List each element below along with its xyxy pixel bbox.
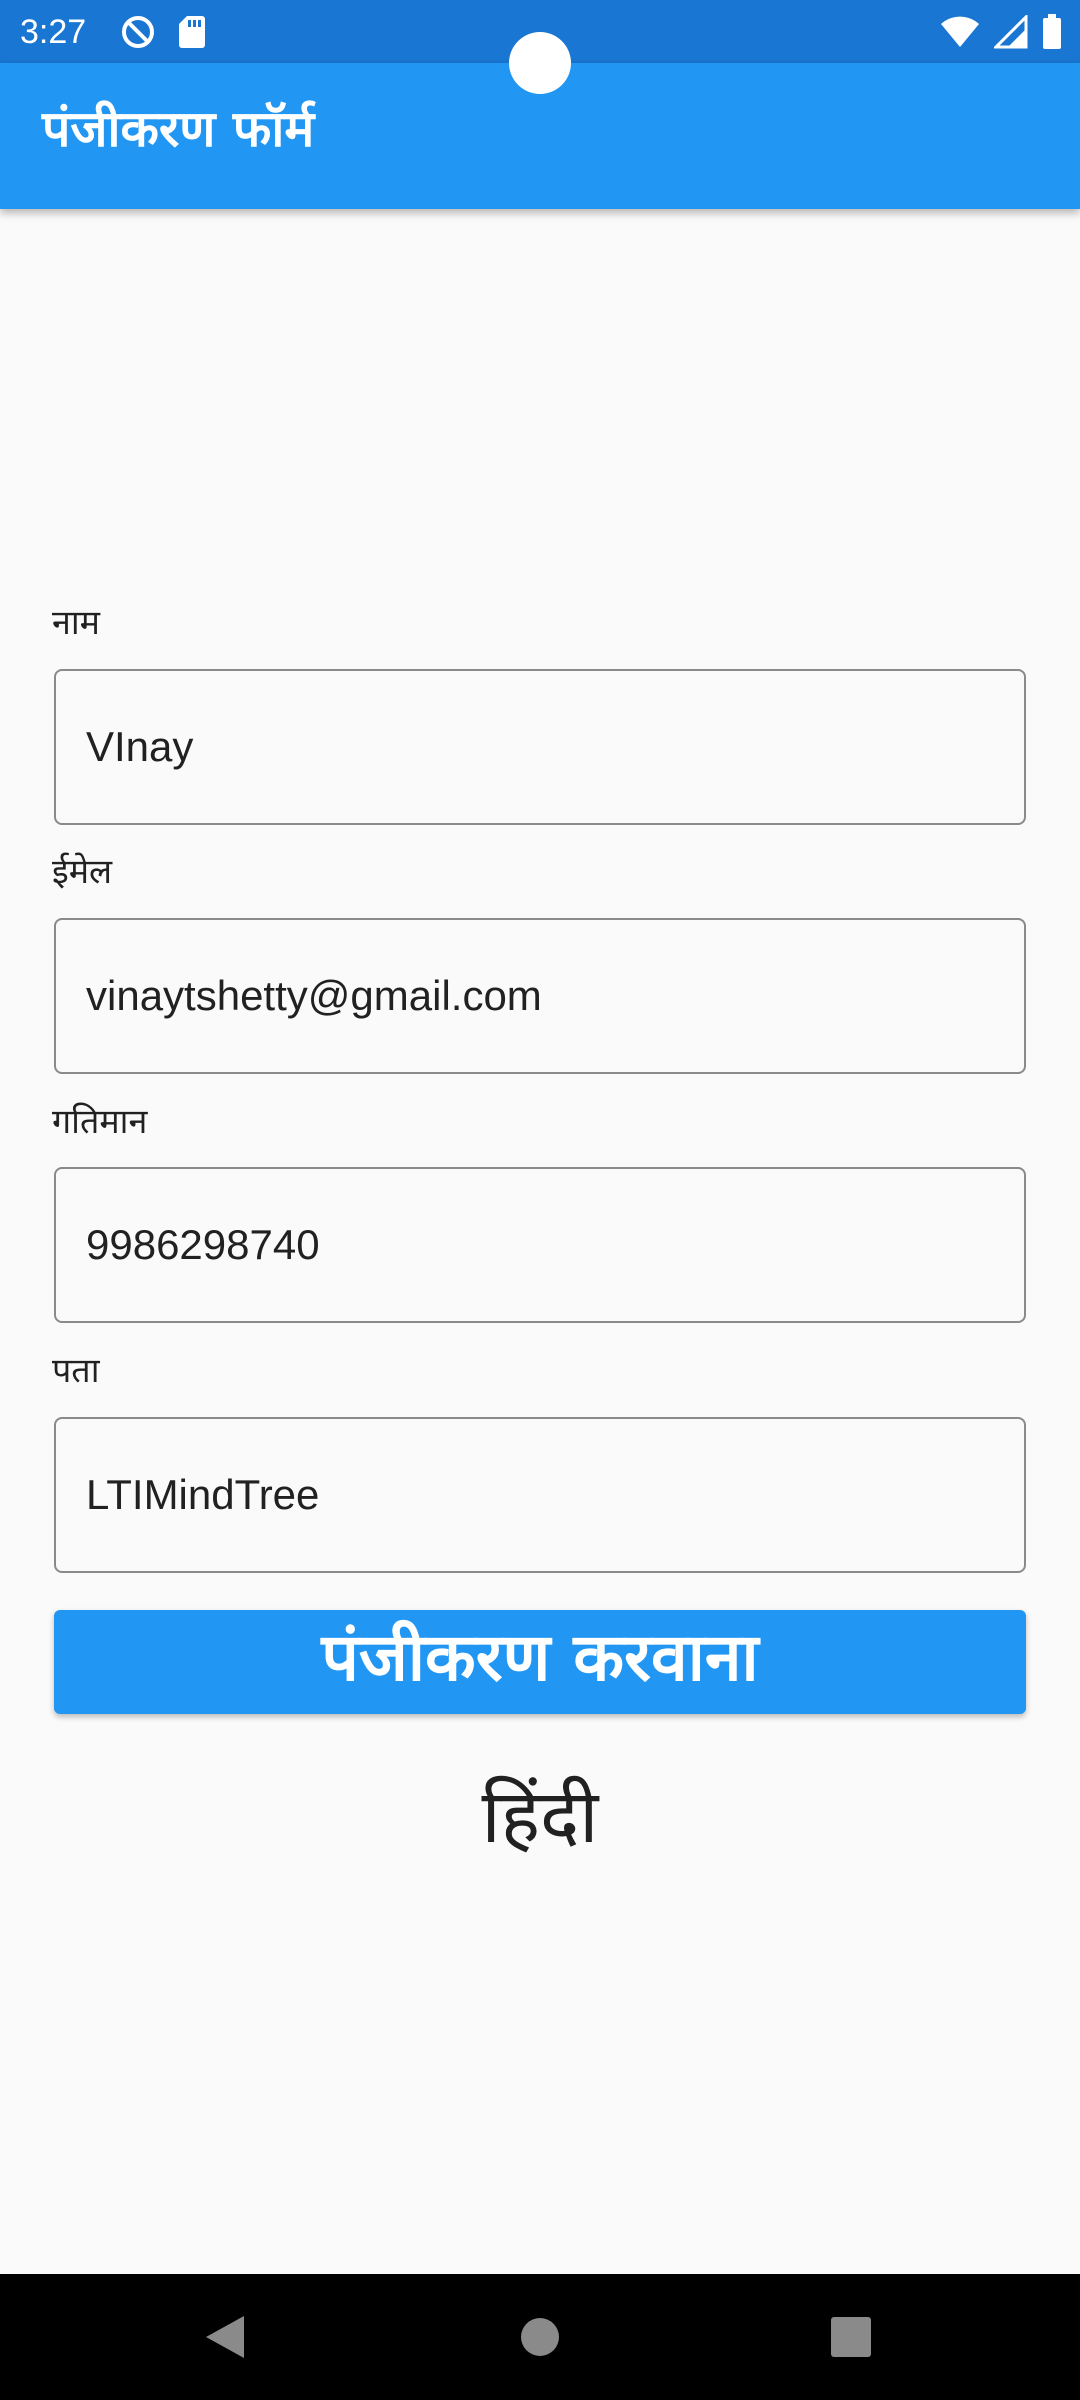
navigation-bar (0, 2274, 1080, 2400)
status-icons-left (120, 14, 206, 54)
page-title: पंजीकरण फॉर्म (42, 100, 315, 158)
camera-cutout (509, 32, 571, 94)
sd-card-icon (178, 14, 206, 54)
do-not-disturb-icon (120, 14, 156, 54)
mobile-label: गतिमान (52, 1102, 148, 1142)
back-icon[interactable] (204, 2314, 246, 2364)
name-field[interactable]: VInay (54, 669, 1026, 825)
register-button[interactable]: पंजीकरण करवाना (54, 1610, 1026, 1714)
wifi-icon (940, 15, 980, 53)
battery-icon (1042, 14, 1062, 54)
email-field[interactable]: vinaytshetty@gmail.com (54, 918, 1026, 1074)
recents-icon[interactable] (830, 2314, 872, 2364)
email-label: ईमेल (52, 852, 113, 892)
home-icon[interactable] (520, 2314, 560, 2364)
status-time: 3:27 (20, 13, 87, 51)
address-label: पता (52, 1351, 100, 1391)
cellular-signal-icon (992, 13, 1028, 53)
address-field[interactable]: LTIMindTree (54, 1417, 1026, 1573)
name-label: नाम (52, 603, 101, 643)
mobile-field[interactable]: 9986298740 (54, 1167, 1026, 1323)
language-label: हिंदी (481, 1774, 599, 1860)
status-icons-right (940, 13, 1062, 54)
